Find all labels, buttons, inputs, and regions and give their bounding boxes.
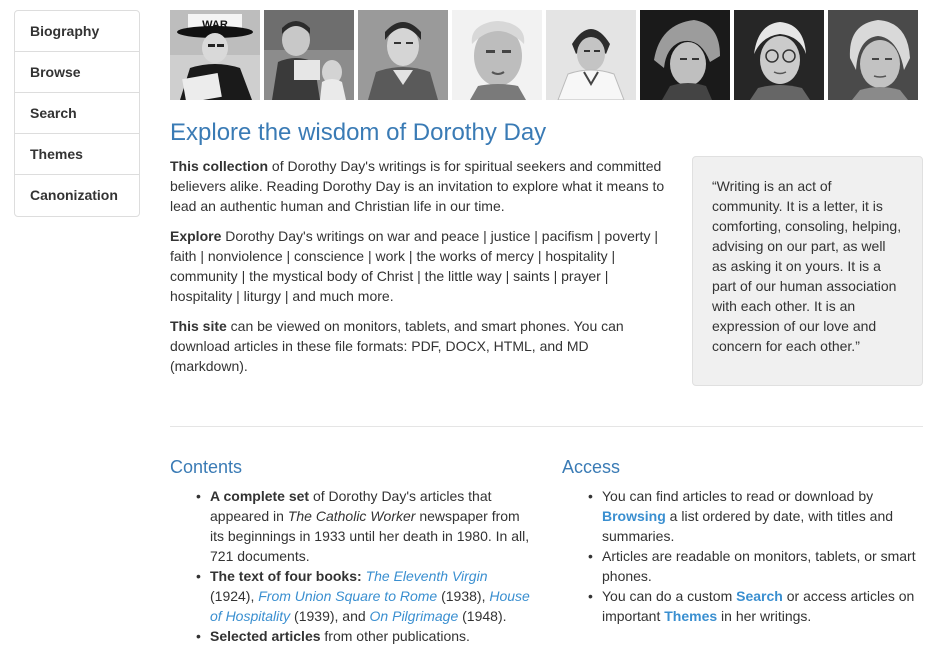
browsing-link[interactable]: Browsing bbox=[602, 508, 666, 524]
section-divider bbox=[170, 426, 923, 427]
sidebar-item-canonization[interactable]: Canonization bbox=[15, 175, 139, 216]
intro-text: This collection of Dorothy Day's writing… bbox=[170, 156, 670, 386]
list-item: You can find articles to read or downloa… bbox=[588, 486, 922, 546]
photo-2 bbox=[264, 10, 354, 100]
book-link-eleventh-virgin[interactable]: The Eleventh Virgin bbox=[366, 568, 488, 584]
sidebar-item-search[interactable]: Search bbox=[15, 93, 139, 134]
quote-text: “Writing is an act of community. It is a… bbox=[712, 178, 902, 354]
sidebar-nav: Biography Browse Search Themes Canonizat… bbox=[14, 10, 140, 217]
book-link-union-square[interactable]: From Union Square to Rome bbox=[258, 588, 437, 604]
intro-paragraph-explore: Explore Dorothy Day's writings on war an… bbox=[170, 228, 658, 304]
list-item: A complete set of Dorothy Day's articles… bbox=[196, 486, 530, 566]
search-link[interactable]: Search bbox=[736, 588, 783, 604]
themes-link[interactable]: Themes bbox=[664, 608, 717, 624]
access-section: Access You can find articles to read or … bbox=[562, 454, 922, 626]
photo-7 bbox=[734, 10, 824, 100]
book-link-on-pilgrimage[interactable]: On Pilgrimage bbox=[370, 608, 459, 624]
photo-3 bbox=[358, 10, 448, 100]
page-title: Explore the wisdom of Dorothy Day bbox=[170, 119, 547, 146]
sidebar-item-browse[interactable]: Browse bbox=[15, 52, 139, 93]
contents-heading: Contents bbox=[170, 457, 243, 477]
sidebar-item-biography[interactable]: Biography bbox=[15, 11, 139, 52]
quote-box: “Writing is an act of community. It is a… bbox=[692, 156, 923, 386]
list-item: The text of four books: The Eleventh Vir… bbox=[196, 566, 530, 626]
list-item: Articles are readable on monitors, table… bbox=[588, 546, 922, 586]
list-item: You can do a custom Search or access art… bbox=[588, 586, 922, 626]
intro-paragraph-collection: This collection of Dorothy Day's writing… bbox=[170, 158, 665, 214]
photo-strip: WAR bbox=[170, 10, 918, 100]
photo-6 bbox=[640, 10, 730, 100]
photo-4 bbox=[452, 10, 542, 100]
intro-paragraph-site: This site can be viewed on monitors, tab… bbox=[170, 318, 624, 374]
access-list: You can find articles to read or downloa… bbox=[562, 486, 922, 626]
access-heading: Access bbox=[562, 457, 621, 477]
sidebar-item-themes[interactable]: Themes bbox=[15, 134, 139, 175]
contents-section: Contents A complete set of Dorothy Day's… bbox=[170, 454, 530, 646]
photo-8 bbox=[828, 10, 918, 100]
contents-list: A complete set of Dorothy Day's articles… bbox=[170, 486, 530, 646]
photo-1: WAR bbox=[170, 10, 260, 100]
photo-5 bbox=[546, 10, 636, 100]
list-item: Selected articles from other publication… bbox=[196, 626, 530, 646]
